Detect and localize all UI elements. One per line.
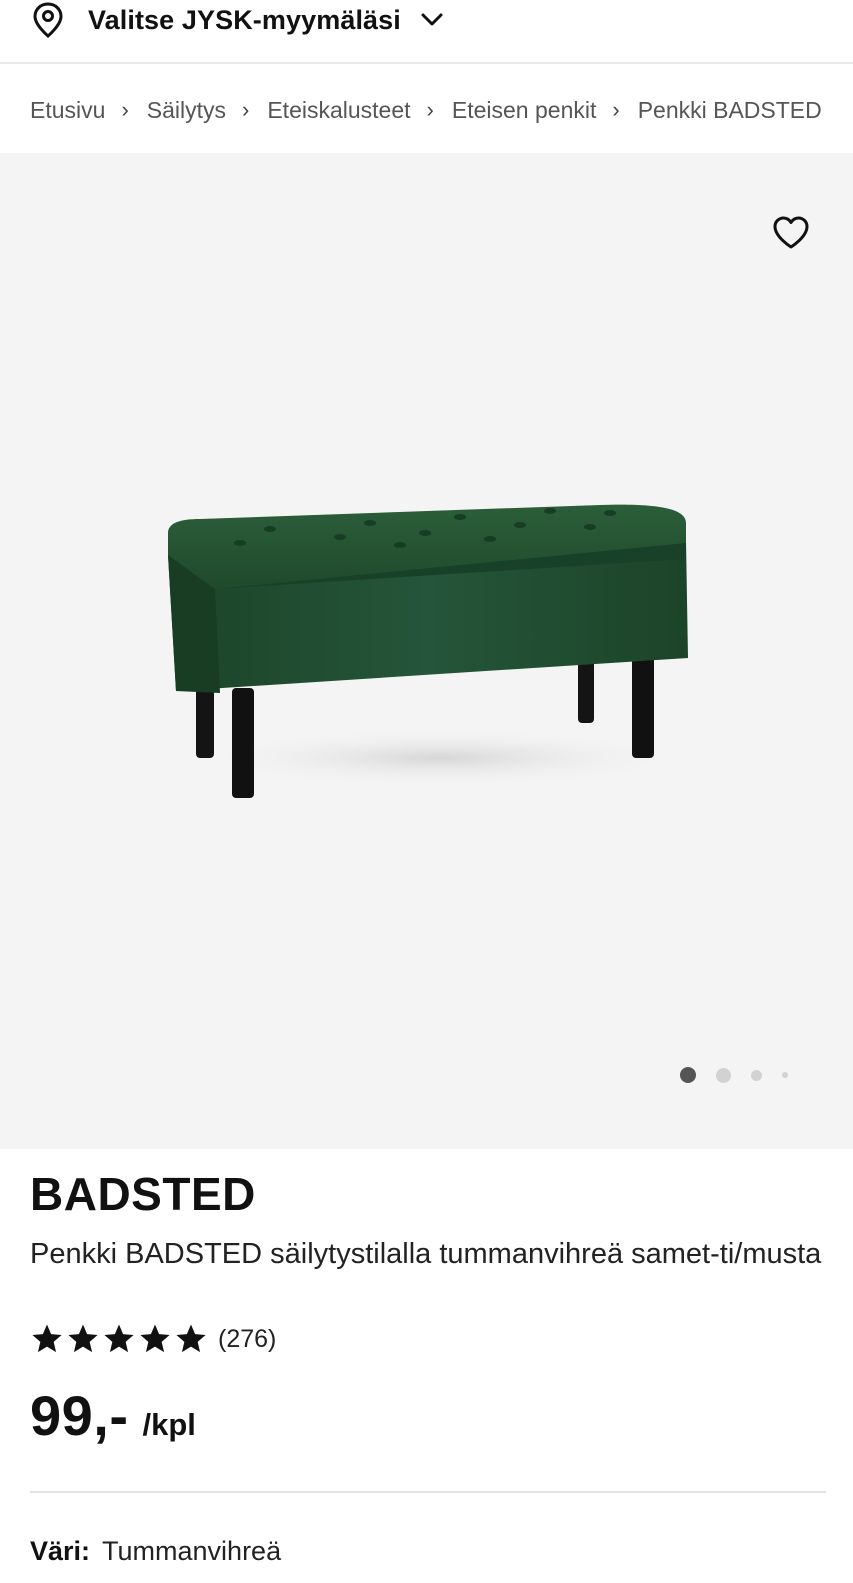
product-image-gallery[interactable] bbox=[0, 153, 853, 1149]
color-label: Väri: bbox=[30, 1536, 91, 1566]
product-rating[interactable]: (276) bbox=[30, 1322, 276, 1356]
product-price: 99,- /kpl bbox=[30, 1383, 196, 1448]
price-unit: /kpl bbox=[142, 1407, 196, 1442]
heart-icon[interactable] bbox=[771, 213, 811, 253]
breadcrumb-item-current: Penkki BADSTED bbox=[637, 96, 822, 123]
color-value: Tummanvihreä bbox=[102, 1536, 282, 1566]
breadcrumb-item-storage[interactable]: Säilytys bbox=[147, 97, 226, 124]
gallery-dot[interactable] bbox=[716, 1067, 731, 1083]
star-icon bbox=[32, 1324, 62, 1353]
star-icon bbox=[176, 1324, 206, 1353]
review-count: (276) bbox=[218, 1324, 277, 1353]
store-selector-label: Valitse JYSK-myymäläsi bbox=[88, 4, 401, 35]
breadcrumb-separator: › bbox=[242, 97, 250, 122]
breadcrumb-separator: › bbox=[426, 97, 434, 122]
breadcrumb: Etusivu › Säilytys › Eteiskalusteet › Et… bbox=[0, 66, 853, 154]
star-icon bbox=[140, 1324, 170, 1353]
color-selector[interactable]: Väri: Tummanvihreä bbox=[30, 1536, 281, 1567]
breadcrumb-item-home[interactable]: Etusivu bbox=[30, 97, 105, 124]
product-image bbox=[168, 504, 690, 798]
gallery-pagination bbox=[680, 1065, 808, 1085]
location-pin-icon bbox=[30, 1, 66, 39]
product-description: Penkki BADSTED säilytystilalla tummanvih… bbox=[30, 1238, 822, 1270]
gallery-dot[interactable] bbox=[751, 1069, 762, 1081]
gallery-dot-active[interactable] bbox=[680, 1067, 696, 1083]
breadcrumb-item-hallway-furniture[interactable]: Eteiskalusteet bbox=[267, 97, 410, 124]
breadcrumb-item-hallway-benches[interactable]: Eteisen penkit bbox=[452, 97, 596, 124]
gallery-dot[interactable] bbox=[782, 1072, 788, 1078]
star-icon bbox=[68, 1324, 98, 1353]
divider bbox=[30, 1491, 826, 1493]
product-title: BADSTED bbox=[30, 1168, 256, 1220]
star-rating bbox=[30, 1322, 210, 1356]
store-selector[interactable]: Valitse JYSK-myymäläsi bbox=[0, 0, 853, 64]
breadcrumb-separator: › bbox=[612, 97, 620, 122]
star-icon bbox=[104, 1324, 134, 1353]
chevron-down-icon bbox=[419, 7, 445, 33]
price-value: 99,- bbox=[30, 1384, 129, 1447]
breadcrumb-separator: › bbox=[121, 97, 129, 122]
